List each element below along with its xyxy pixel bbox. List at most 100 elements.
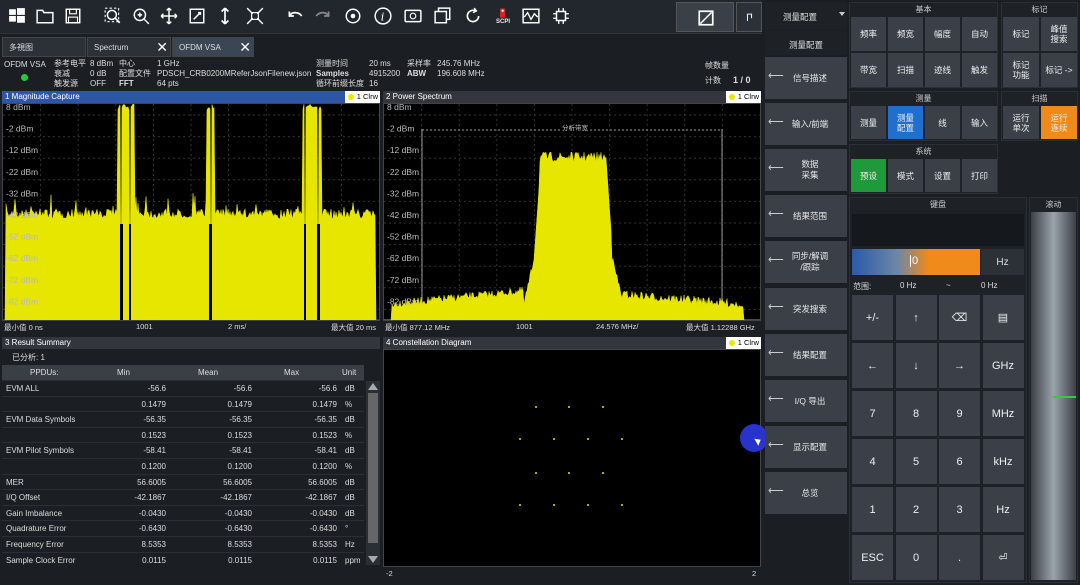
table-row[interactable]: 0.1523 0.1523 0.1523% bbox=[2, 428, 364, 444]
key-system-2[interactable]: 设置 bbox=[925, 159, 960, 192]
keypad-key-4[interactable]: ← bbox=[852, 343, 893, 388]
keypad-key-13[interactable]: 5 bbox=[895, 439, 937, 484]
keypad-key-22[interactable]: . bbox=[939, 535, 980, 580]
panel-result-summary-title[interactable]: 3 Result Summary bbox=[2, 337, 380, 349]
keypad-key-20[interactable]: ESC bbox=[852, 535, 893, 580]
windows-icon[interactable] bbox=[4, 3, 30, 29]
keypad-key-18[interactable]: 3 bbox=[939, 487, 980, 532]
info-icon[interactable]: i bbox=[370, 3, 396, 29]
keypad-key-16[interactable]: 1 bbox=[852, 487, 893, 532]
vertical-zoom-icon[interactable] bbox=[212, 3, 238, 29]
windows-copy-icon[interactable] bbox=[430, 3, 456, 29]
refresh-target-icon[interactable] bbox=[340, 3, 366, 29]
power-spectrum-plot[interactable]: 8 dBm -2 dBm -12 dBm -22 dBm -32 dBm -42 dBm -… bbox=[383, 103, 761, 321]
menu-item-2[interactable]: ⟵ 数据 采集 bbox=[765, 149, 847, 191]
waveform-icon[interactable] bbox=[518, 3, 544, 29]
key-basic-4[interactable]: 带宽 bbox=[851, 53, 886, 87]
keypad-key-2[interactable]: ⌫ bbox=[939, 295, 980, 340]
menu-item-4[interactable]: ⟵ 同步/解调 /跟踪 bbox=[765, 241, 847, 283]
panel-constellation-title[interactable]: 4 Constellation Diagram 1 Clrw bbox=[383, 337, 761, 349]
keypad-key-3[interactable]: ▤ bbox=[982, 295, 1024, 340]
menu-item-9[interactable]: ⟵ 总览 bbox=[765, 472, 847, 514]
key-system-0[interactable]: 预设 bbox=[851, 159, 886, 192]
constellation-plot[interactable] bbox=[383, 349, 761, 567]
key-basic-1[interactable]: 频宽 bbox=[888, 17, 923, 51]
key-sweep-0[interactable]: 运行 单次 bbox=[1003, 106, 1039, 139]
scroll-down-icon[interactable] bbox=[368, 556, 378, 563]
trace-badge[interactable]: 1 Clrw bbox=[725, 91, 761, 103]
table-row[interactable]: I/Q Offset -42.1867 -42.1867 -42.1867 dB bbox=[2, 490, 364, 506]
table-row[interactable]: MER 56.6005 56.6005 56.6005 dB bbox=[2, 475, 364, 491]
panel-magnitude-capture-title[interactable]: 1 Magnitude Capture 1 Clrw bbox=[2, 91, 380, 103]
scroll-wheel[interactable] bbox=[1031, 212, 1076, 580]
table-row[interactable]: Gain Imbalance -0.0430 -0.0430 -0.0430 dB bbox=[2, 506, 364, 522]
keypad-key-19[interactable]: Hz bbox=[982, 487, 1024, 532]
key-marker-0[interactable]: 标记 bbox=[1003, 17, 1039, 51]
table-row[interactable]: 0.1200 0.1200 0.1200% bbox=[2, 459, 364, 475]
save-icon[interactable] bbox=[60, 3, 86, 29]
keypad-key-7[interactable]: GHz bbox=[982, 343, 1024, 388]
trace-badge[interactable]: 1 Clrw bbox=[725, 337, 761, 349]
screenshot-icon[interactable] bbox=[400, 3, 426, 29]
key-basic-5[interactable]: 扫描 bbox=[888, 53, 923, 87]
scpi-icon[interactable]: SCPI bbox=[490, 3, 516, 29]
menu-item-3[interactable]: ⟵ 结果范围 bbox=[765, 195, 847, 237]
menu-item-8[interactable]: ⟵ 显示配置 bbox=[765, 426, 847, 468]
keypad-key-17[interactable]: 2 bbox=[895, 487, 937, 532]
tab-multiview[interactable]: 多視图 bbox=[2, 37, 86, 57]
fit-all-icon[interactable] bbox=[242, 3, 268, 29]
table-row[interactable]: Sample Clock Error 0.0115 0.0115 0.0115 ppm bbox=[2, 553, 364, 565]
keypad-key-12[interactable]: 4 bbox=[852, 439, 893, 484]
undo-icon[interactable] bbox=[282, 3, 308, 29]
open-folder-icon[interactable] bbox=[32, 3, 58, 29]
key-basic-3[interactable]: 自动 bbox=[962, 17, 997, 51]
keypad-key-6[interactable]: → bbox=[939, 343, 980, 388]
magnitude-capture-plot[interactable]: 8 dBm -2 dBm -12 dBm -22 dBm -32 dBm -42 dBm -… bbox=[2, 103, 380, 321]
value-input[interactable]: 0 bbox=[852, 249, 980, 275]
key-system-1[interactable]: 模式 bbox=[888, 159, 923, 192]
key-marker-1[interactable]: 峰值 搜索 bbox=[1041, 17, 1077, 51]
close-icon[interactable]: ✕ bbox=[239, 39, 251, 56]
table-row[interactable]: Quadrature Error -0.6430 -0.6430 -0.6430 ° bbox=[2, 521, 364, 537]
key-basic-7[interactable]: 触发 bbox=[962, 53, 997, 87]
keypad-key-15[interactable]: kHz bbox=[982, 439, 1024, 484]
keypad-key-8[interactable]: 7 bbox=[852, 391, 893, 436]
display-mode-button[interactable] bbox=[676, 2, 734, 32]
chip-icon[interactable] bbox=[548, 3, 574, 29]
key-system-3[interactable]: 打印 bbox=[962, 159, 997, 192]
keypad-key-1[interactable]: ↑ bbox=[895, 295, 937, 340]
table-row[interactable]: EVM Pilot Symbols -58.41 -58.41 -58.41 dB bbox=[2, 443, 364, 459]
key-basic-0[interactable]: 频率 bbox=[851, 17, 886, 51]
menu-item-1[interactable]: ⟵ 输入/前端 bbox=[765, 103, 847, 145]
table-row[interactable]: EVM ALL -56.6 -56.6 -56.6 dB bbox=[2, 381, 364, 397]
menu-item-5[interactable]: ⟵ 突发搜索 bbox=[765, 288, 847, 330]
key-measure-1[interactable]: 测量 配置 bbox=[888, 106, 923, 139]
table-row[interactable]: EVM Data Symbols -56.35 -56.35 -56.35 dB bbox=[2, 412, 364, 428]
keypad-key-11[interactable]: MHz bbox=[982, 391, 1024, 436]
key-basic-6[interactable]: 迹线 bbox=[925, 53, 960, 87]
trace-badge[interactable]: 1 Clrw bbox=[344, 91, 380, 103]
scroll-thumb[interactable] bbox=[368, 393, 378, 543]
keypad-key-14[interactable]: 6 bbox=[939, 439, 980, 484]
keypad-key-10[interactable]: 9 bbox=[939, 391, 980, 436]
tab-ofdm-vsa[interactable]: OFDM VSA ✕ bbox=[172, 37, 254, 57]
keypad-key-5[interactable]: ↓ bbox=[895, 343, 937, 388]
zoom-in-icon[interactable] bbox=[128, 3, 154, 29]
key-marker-3[interactable]: 标记 -> bbox=[1041, 53, 1077, 87]
close-icon[interactable]: ✕ bbox=[156, 39, 168, 56]
keypad-key-21[interactable]: 0 bbox=[895, 535, 937, 580]
table-row[interactable]: Frequency Error 8.5353 8.5353 8.5353 Hz bbox=[2, 537, 364, 553]
redo-icon[interactable] bbox=[310, 3, 336, 29]
zoom-box-icon[interactable] bbox=[184, 3, 210, 29]
menu-item-0[interactable]: ⟵ 信号描述 bbox=[765, 57, 847, 99]
pan-move-icon[interactable] bbox=[156, 3, 182, 29]
toolbar-expand-button[interactable] bbox=[736, 2, 762, 32]
keypad-key-9[interactable]: 8 bbox=[895, 391, 937, 436]
key-measure-2[interactable]: 线 bbox=[925, 106, 960, 139]
menu-header[interactable]: 测量配置 bbox=[765, 2, 847, 30]
keypad-key-0[interactable]: +/- bbox=[852, 295, 893, 340]
unit-selector[interactable]: Hz bbox=[981, 249, 1024, 275]
keypad-key-23[interactable]: ⏎ bbox=[982, 535, 1024, 580]
key-measure-3[interactable]: 输入 bbox=[962, 106, 997, 139]
menu-item-6[interactable]: ⟵ 结果配置 bbox=[765, 334, 847, 376]
